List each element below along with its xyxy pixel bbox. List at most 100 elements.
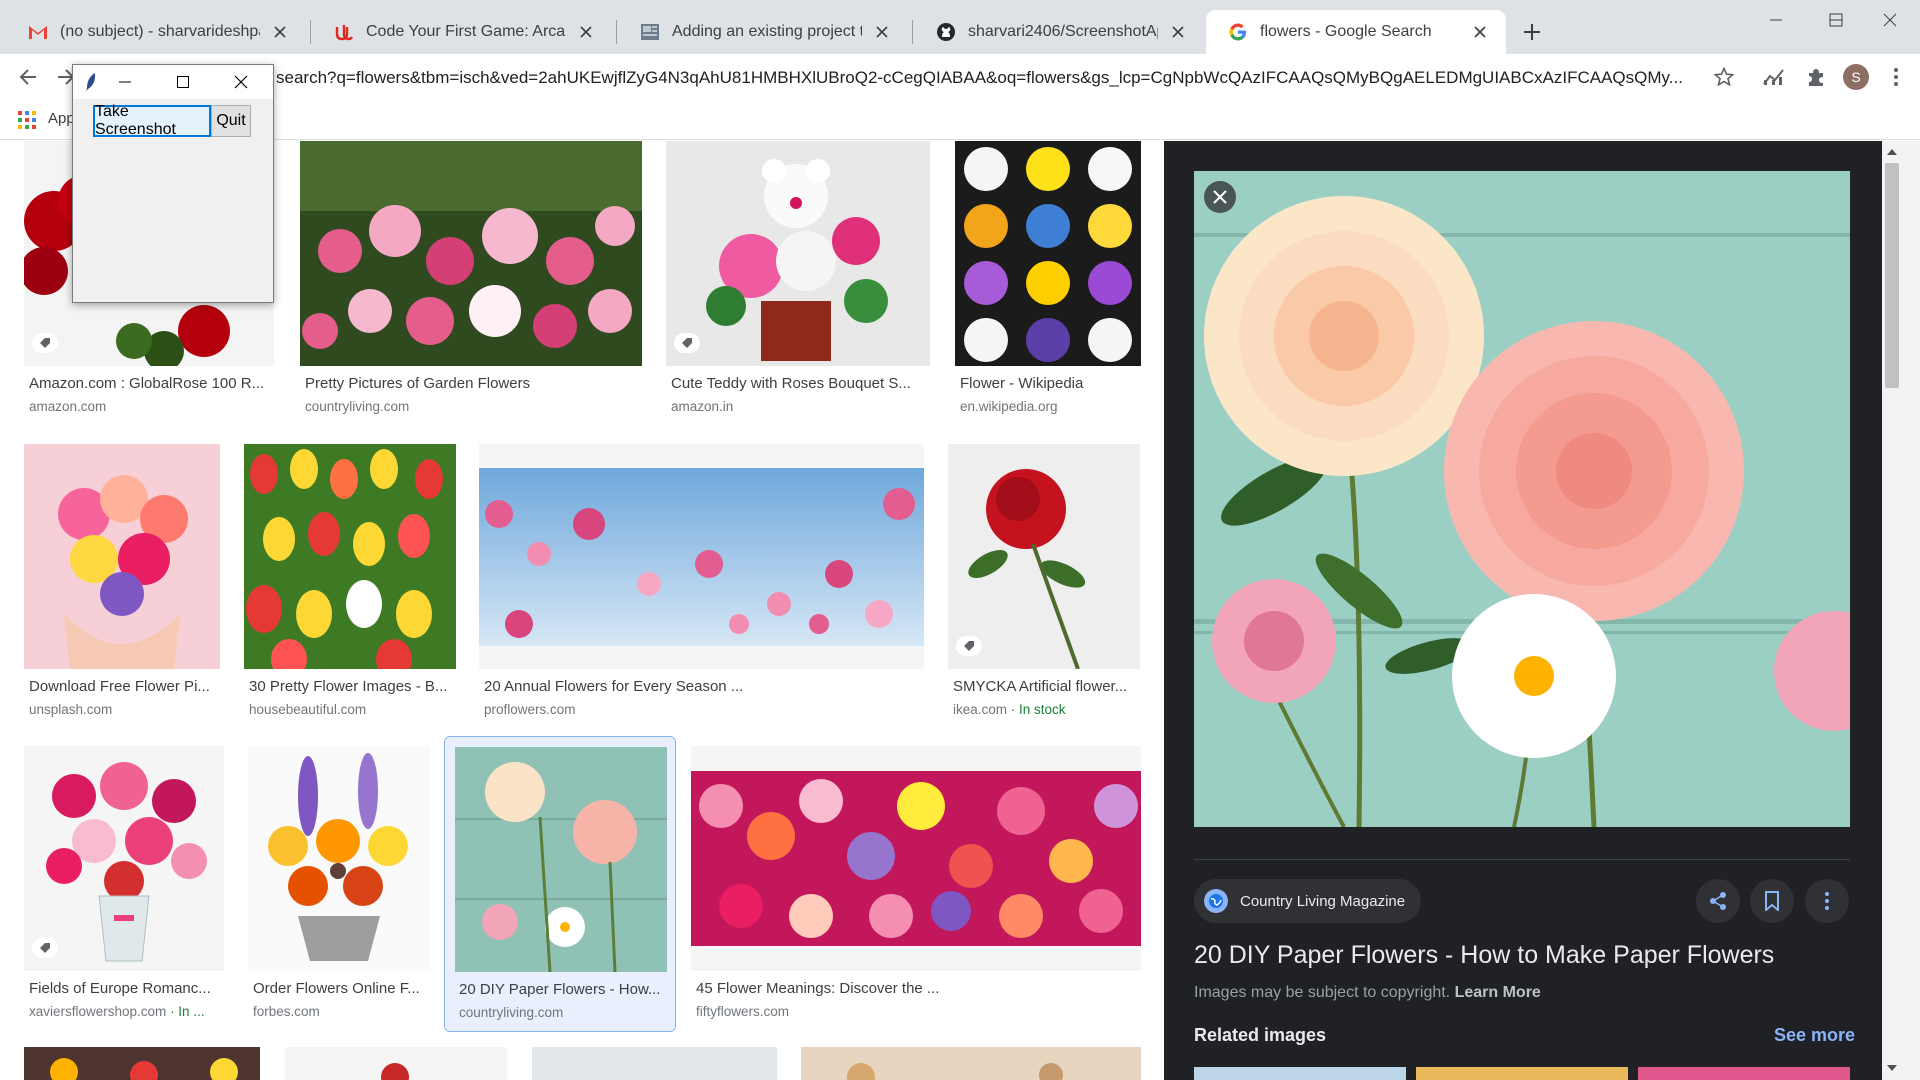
tk-maximize-button[interactable] [169, 69, 197, 95]
result-thumbnail[interactable] [948, 444, 1140, 669]
result-thumbnail[interactable] [666, 141, 930, 366]
tk-close-button[interactable] [227, 69, 255, 95]
result-thumbnail[interactable] [300, 141, 642, 366]
close-tab-icon[interactable] [574, 20, 598, 44]
tab-gmail[interactable]: (no subject) - sharvarideshpande [6, 10, 306, 54]
close-tab-icon[interactable] [870, 20, 894, 44]
preview-image[interactable] [1194, 171, 1850, 827]
address-bar[interactable]: search?q=flowers&tbm=isch&ved=2ahUKEwjfl… [180, 59, 1730, 95]
avatar: S [1843, 64, 1869, 90]
share-button[interactable] [1696, 879, 1740, 923]
tab-title: Adding an existing project to Git [672, 23, 862, 40]
product-tag-icon [32, 938, 58, 958]
close-window-button[interactable] [1860, 0, 1920, 40]
result-card[interactable]: Pretty Pictures of Garden Flowers countr… [300, 141, 642, 426]
close-tab-icon[interactable] [268, 20, 292, 44]
more-vert-icon [1894, 68, 1898, 86]
tab-google-search[interactable]: flowers - Google Search [1206, 10, 1506, 54]
result-title[interactable]: 45 Flower Meanings: Discover the ... [696, 980, 1136, 997]
result-title[interactable]: Pretty Pictures of Garden Flowers [305, 375, 635, 392]
result-title[interactable]: 20 DIY Paper Flowers - How... [459, 981, 669, 998]
result-title[interactable]: Amazon.com : GlobalRose 100 R... [29, 375, 269, 392]
udemy-icon [334, 22, 354, 42]
apps-grid-icon[interactable] [18, 111, 36, 134]
result-title[interactable]: Order Flowers Online F... [253, 980, 425, 997]
extensions-button[interactable] [1800, 61, 1832, 93]
result-card[interactable] [801, 1047, 1141, 1080]
result-title[interactable]: SMYCKA Artificial flower... [953, 678, 1138, 695]
product-tag-icon [32, 333, 58, 353]
result-card[interactable]: Fields of Europe Romanc... xaviersflower… [24, 746, 224, 1031]
scroll-up-arrow-icon[interactable] [1885, 145, 1899, 159]
result-thumbnail[interactable] [24, 1047, 260, 1080]
browser-menu-button[interactable] [1880, 61, 1912, 93]
result-thumbnail[interactable] [479, 444, 924, 669]
minimize-window-button[interactable] [1746, 0, 1806, 40]
browser-toolbar: search?q=flowers&tbm=isch&ved=2ahUKEwjfl… [0, 54, 1920, 100]
related-image-thumbnail[interactable] [1638, 1067, 1850, 1080]
result-thumbnail[interactable] [455, 747, 667, 972]
close-preview-button[interactable] [1204, 181, 1236, 213]
related-image-thumbnail[interactable] [1194, 1067, 1406, 1080]
result-card[interactable]: 30 Pretty Flower Images - B... housebeau… [244, 444, 456, 729]
learn-more-link[interactable]: Learn More [1455, 984, 1541, 1001]
more-vert-icon [1825, 892, 1829, 910]
result-card[interactable]: Download Free Flower Pi... unsplash.com [24, 444, 220, 729]
quit-button[interactable]: Quit [211, 105, 251, 137]
result-source: countryliving.com [305, 399, 410, 414]
window-titlebar[interactable] [73, 65, 273, 99]
maximize-window-button[interactable] [1806, 0, 1866, 40]
result-card[interactable]: Order Flowers Online F... forbes.com [248, 746, 430, 1031]
back-button[interactable] [12, 61, 44, 93]
scroll-thumb[interactable] [1885, 163, 1899, 388]
source-chip[interactable]: Country Living Magazine [1194, 879, 1422, 923]
result-card[interactable]: Cute Teddy with Roses Bouquet S... amazo… [666, 141, 930, 426]
result-thumbnail[interactable] [248, 746, 430, 971]
result-thumbnail[interactable] [24, 444, 220, 669]
bookmark-star-button[interactable] [1708, 61, 1740, 93]
close-tab-icon[interactable] [1468, 20, 1492, 44]
profile-avatar[interactable]: S [1840, 61, 1872, 93]
page-scrollbar[interactable] [1882, 141, 1920, 1080]
result-card-selected[interactable]: 20 DIY Paper Flowers - How... countryliv… [444, 736, 676, 1032]
more-options-button[interactable] [1805, 879, 1849, 923]
result-thumbnail[interactable] [24, 746, 224, 971]
tab-github[interactable]: sharvari2406/ScreenshotApp: Ma [914, 10, 1204, 54]
result-title[interactable]: Fields of Europe Romanc... [29, 980, 219, 997]
close-tab-icon[interactable] [1166, 20, 1190, 44]
result-title[interactable]: 30 Pretty Flower Images - B... [249, 678, 451, 695]
result-title[interactable]: Cute Teddy with Roses Bouquet S... [671, 375, 916, 392]
result-title[interactable]: Download Free Flower Pi... [29, 678, 215, 695]
preview-title[interactable]: 20 DIY Paper Flowers - How to Make Paper… [1194, 941, 1774, 970]
tab-title: Code Your First Game: Arcade Cl [366, 23, 566, 40]
scroll-down-arrow-icon[interactable] [1885, 1061, 1899, 1075]
maximize-icon [177, 76, 189, 88]
result-thumbnail[interactable] [691, 746, 1141, 971]
result-card[interactable]: Flower - Wikipedia en.wikipedia.org [955, 141, 1141, 426]
extension-chart-button[interactable] [1758, 61, 1790, 93]
result-thumbnail[interactable] [285, 1047, 507, 1080]
result-card[interactable] [532, 1047, 777, 1080]
address-text[interactable]: search?q=flowers&tbm=isch&ved=2ahUKEwjfl… [276, 68, 1876, 88]
tab-udemy[interactable]: Code Your First Game: Arcade Cl [312, 10, 612, 54]
result-thumbnail[interactable] [955, 141, 1141, 366]
save-button[interactable] [1750, 879, 1794, 923]
result-thumbnail[interactable] [801, 1047, 1141, 1080]
new-tab-button[interactable] [1518, 18, 1546, 46]
result-card[interactable] [285, 1047, 507, 1080]
result-card[interactable]: SMYCKA Artificial flower... ikea.com · I… [948, 444, 1140, 729]
related-image-thumbnail[interactable] [1416, 1067, 1628, 1080]
tab-git-article[interactable]: Adding an existing project to Git [618, 10, 908, 54]
take-screenshot-button[interactable]: Take Screenshot [93, 103, 211, 138]
close-icon [1883, 13, 1897, 27]
result-title[interactable]: Flower - Wikipedia [960, 375, 1140, 392]
result-card[interactable]: 20 Annual Flowers for Every Season ... p… [479, 444, 924, 729]
result-thumbnail[interactable] [244, 444, 456, 669]
result-card[interactable] [24, 1047, 260, 1080]
result-title[interactable]: 20 Annual Flowers for Every Season ... [484, 678, 919, 695]
result-thumbnail[interactable] [532, 1047, 777, 1080]
result-source: unsplash.com [29, 702, 113, 717]
tk-minimize-button[interactable] [111, 69, 139, 95]
result-card[interactable]: 45 Flower Meanings: Discover the ... fif… [691, 746, 1141, 1031]
see-more-link[interactable]: See more [1774, 1025, 1855, 1046]
